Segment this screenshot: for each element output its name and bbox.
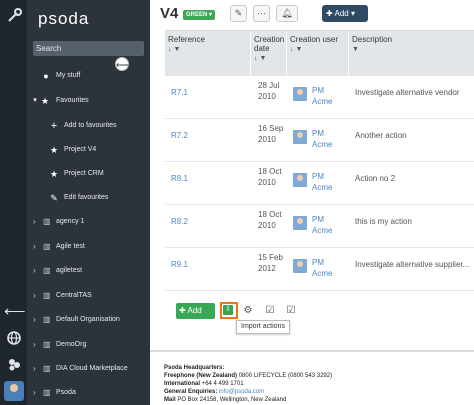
user-avatar bbox=[293, 130, 307, 144]
row-date: 15 Feb 2012 bbox=[258, 253, 283, 273]
sort-filter-icon[interactable]: ↓ ▼ bbox=[254, 55, 283, 62]
sort-filter-icon[interactable]: ↓ ▼ bbox=[290, 46, 345, 53]
building-icon: ▥ bbox=[43, 315, 51, 324]
sidebar-item-project-crm[interactable]: ★ Project CRM bbox=[27, 167, 150, 181]
row-reference-link[interactable]: R7.2 bbox=[171, 131, 188, 140]
status-badge[interactable]: GREEN ▾ bbox=[183, 10, 216, 20]
sidebar-org-item[interactable]: › ▥ DemoOrg bbox=[27, 338, 150, 352]
plus-icon: ✚ bbox=[179, 306, 186, 315]
row-date: 18 Oct 2010 bbox=[258, 210, 282, 230]
row-description: Action no 2 bbox=[355, 174, 396, 183]
user-avatar bbox=[293, 259, 307, 273]
export-icon[interactable]: ☑ bbox=[263, 304, 277, 318]
column-header-creation-date[interactable]: Creation date ↓ ▼ bbox=[251, 31, 287, 76]
globe-icon[interactable] bbox=[4, 330, 24, 350]
column-header-creation-user[interactable]: Creation user ↓ ▼ bbox=[287, 31, 349, 76]
search-input[interactable]: Search bbox=[33, 41, 144, 56]
row-description: Investigate alternative vendor bbox=[355, 88, 460, 97]
edit-icon[interactable]: ✎ bbox=[230, 5, 247, 22]
row-reference-link[interactable]: R7.1 bbox=[171, 88, 188, 97]
sidebar-org-item[interactable]: › ▥ Default Organisation bbox=[27, 313, 150, 327]
user-icon: ● bbox=[43, 71, 49, 81]
building-icon: ▥ bbox=[43, 340, 51, 349]
plus-icon: + bbox=[50, 120, 58, 132]
user-avatar bbox=[293, 87, 307, 101]
user-avatar bbox=[293, 216, 307, 230]
column-header-description[interactable]: Description ▼ bbox=[349, 31, 474, 76]
import-actions-tooltip: Import actions bbox=[236, 320, 290, 334]
add-action-button[interactable]: ✚ Add bbox=[176, 303, 215, 319]
row-reference-link[interactable]: R9.1 bbox=[171, 260, 188, 269]
chevron-down-icon: ▾ bbox=[350, 9, 355, 18]
row-description: Another action bbox=[355, 131, 407, 140]
footer-contact: Psoda Headquarters: Freephone (New Zeala… bbox=[164, 365, 333, 403]
user-avatar[interactable] bbox=[4, 381, 24, 401]
user-avatar bbox=[293, 173, 307, 187]
page-header: V4 GREEN ▾ ✎ ⋯ 🔔︎ ✚ Add ▾ bbox=[150, 0, 474, 30]
row-date: 16 Sep 2010 bbox=[258, 124, 284, 144]
row-date: 18 Oct 2010 bbox=[258, 167, 282, 187]
sidebar: psoda Search ● My stuff ▾ ★ Favourites +… bbox=[27, 0, 150, 405]
page-title: V4 bbox=[160, 5, 179, 22]
table-row[interactable]: R7.1 28 Jul 2010 PM Acme Investigate alter… bbox=[165, 76, 474, 119]
building-icon: ▥ bbox=[43, 217, 51, 226]
gear-icon[interactable]: ⚙ bbox=[241, 304, 255, 318]
sidebar-item-my-stuff[interactable]: ● My stuff bbox=[27, 69, 150, 83]
table-row[interactable]: R7.2 16 Sep 2010 PM Acme Another action bbox=[165, 119, 474, 162]
chevron-right-icon: › bbox=[33, 266, 36, 275]
bulk-edit-icon[interactable]: ☑ bbox=[284, 304, 298, 318]
pencil-icon: ✎ bbox=[50, 193, 58, 203]
column-header-reference[interactable]: Reference ↓ ▼ bbox=[165, 31, 251, 76]
app-logo[interactable]: psoda bbox=[38, 9, 89, 29]
row-reference-link[interactable]: R8.2 bbox=[171, 217, 188, 226]
plus-icon: ✚ bbox=[326, 9, 333, 18]
row-description: Investigate alternative supplier... bbox=[355, 260, 470, 269]
building-icon: ▥ bbox=[43, 242, 51, 251]
table-row[interactable]: R8.2 18 Oct 2010 PM Acme this is my action bbox=[165, 205, 474, 248]
filter-icon[interactable]: ▼ bbox=[352, 46, 471, 53]
logout-icon[interactable]: ⟵ bbox=[4, 302, 26, 322]
chevron-right-icon: › bbox=[33, 217, 36, 226]
star-icon: ★ bbox=[40, 96, 50, 106]
sidebar-org-item[interactable]: › ▥ Psoda bbox=[27, 386, 150, 400]
sidebar-org-item[interactable]: › ▥ CentralTAS bbox=[27, 289, 150, 303]
chevron-right-icon: › bbox=[33, 242, 36, 251]
email-link[interactable]: info@psoda.com bbox=[219, 389, 264, 395]
sidebar-item-favourites[interactable]: ▾ ★ Favourites bbox=[27, 94, 150, 108]
row-description: this is my action bbox=[355, 217, 412, 226]
star-icon: ★ bbox=[49, 169, 59, 179]
sidebar-item-edit-favourites[interactable]: ✎ Edit favourites bbox=[27, 191, 150, 205]
add-menu-button[interactable]: ✚ Add ▾ bbox=[322, 5, 368, 22]
building-icon: ▥ bbox=[43, 266, 51, 275]
chevron-right-icon: › bbox=[33, 364, 36, 373]
building-icon: ▥ bbox=[43, 388, 51, 397]
more-icon[interactable]: ⋯ bbox=[253, 5, 270, 22]
building-icon: ▥ bbox=[43, 291, 51, 300]
import-icon: ⇩ bbox=[223, 305, 233, 315]
sidebar-item-project-v4[interactable]: ★ Project V4 bbox=[27, 143, 150, 157]
row-date: 28 Jul 2010 bbox=[258, 81, 280, 101]
chevron-right-icon: › bbox=[33, 315, 36, 324]
footer: Psoda Headquarters: Freephone (New Zeala… bbox=[150, 350, 474, 405]
table-row[interactable]: R9.1 15 Feb 2012 PM Acme Investigate alter… bbox=[165, 248, 474, 291]
bell-icon[interactable]: 🔔︎ bbox=[276, 5, 298, 22]
collapse-sidebar-icon[interactable]: ⟵ bbox=[115, 57, 129, 71]
star-icon: ★ bbox=[49, 145, 59, 155]
sidebar-org-item[interactable]: › ▥ agency 1 bbox=[27, 215, 150, 229]
chevron-right-icon: › bbox=[33, 340, 36, 349]
sidebar-org-item[interactable]: › ▥ Agile test bbox=[27, 240, 150, 254]
table-row[interactable]: R8.1 18 Oct 2010 PM Acme Action no 2 bbox=[165, 162, 474, 205]
sidebar-org-item[interactable]: › ▥ DIA Cloud Marketplace bbox=[27, 362, 150, 376]
group-icon[interactable] bbox=[4, 356, 24, 376]
row-reference-link[interactable]: R8.1 bbox=[171, 174, 188, 183]
wrench-icon[interactable] bbox=[4, 8, 24, 28]
sidebar-item-add-to-favourites[interactable]: + Add to favourites bbox=[27, 119, 150, 133]
sidebar-org-item[interactable]: › ▥ agiletest bbox=[27, 264, 150, 278]
chevron-right-icon: › bbox=[33, 388, 36, 397]
icon-rail: ⟵ bbox=[0, 0, 27, 405]
building-icon: ▥ bbox=[43, 364, 51, 373]
sort-filter-icon[interactable]: ↓ ▼ bbox=[168, 46, 247, 53]
chevron-right-icon: › bbox=[33, 291, 36, 300]
actions-table: Reference ↓ ▼ Creation date ↓ ▼ Creation… bbox=[165, 30, 474, 295]
